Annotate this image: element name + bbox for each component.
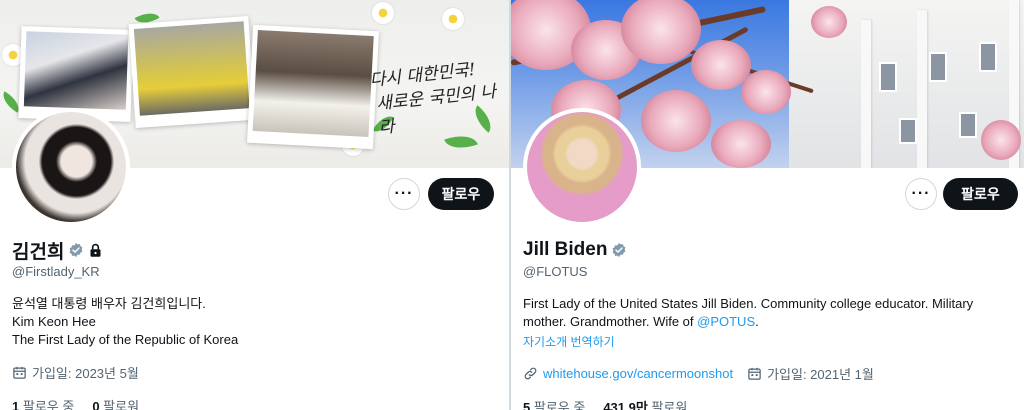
bio-end: . (755, 314, 759, 329)
bio: 윤석열 대통령 배우자 김건희입니다. Kim Keon Hee The Fir… (12, 295, 497, 349)
translate-bio-link[interactable]: 자기소개 번역하기 (523, 333, 1012, 350)
bio: First Lady of the United States Jill Bid… (523, 295, 1012, 331)
bio-line: The First Lady of the Republic of Korea (12, 332, 239, 347)
profile-info: Jill Biden @FLOTUS First Lady of the Uni… (523, 238, 1012, 410)
followers-link[interactable]: 0 팔로워 (92, 396, 139, 410)
website: whitehouse.gov/cancermoonshot (523, 366, 733, 381)
profile-card-left: 다시 대한민국! 새로운 국민의 나라 ··· 팔로우 김건희 @Firstla… (0, 0, 509, 410)
profile-meta: whitehouse.gov/cancermoonshot 가입일: 2021년… (523, 364, 1012, 383)
more-options-button[interactable]: ··· (388, 178, 420, 210)
join-date: 가입일: 2023년 5월 (12, 363, 139, 382)
more-options-button[interactable]: ··· (905, 178, 937, 210)
more-icon: ··· (394, 185, 414, 202)
display-name: Jill Biden (523, 239, 608, 260)
followers-link[interactable]: 431.9만 팔로워 (603, 397, 687, 410)
verified-badge-icon[interactable] (611, 242, 627, 258)
banner-slogan: 다시 대한민국! 새로운 국민의 나라 (369, 55, 506, 140)
profile-info: 김건희 @Firstlady_KR 윤석열 대통령 배우자 김건희입니다. Ki… (12, 238, 497, 410)
following-link[interactable]: 1 팔로우 중 (12, 396, 74, 410)
join-date-text: 가입일: 2023년 5월 (32, 366, 139, 381)
more-icon: ··· (911, 185, 931, 202)
follow-button[interactable]: 팔로우 (943, 178, 1018, 210)
daisy-decoration (372, 2, 394, 24)
lock-icon (90, 243, 101, 257)
following-count: 1 (12, 399, 20, 410)
link-icon (524, 367, 537, 380)
followers-label: 팔로워 (103, 399, 140, 410)
followers-count: 0 (92, 399, 100, 410)
user-handle: @Firstlady_KR (12, 264, 100, 279)
follow-button[interactable]: 팔로우 (428, 178, 494, 210)
avatar[interactable] (523, 108, 641, 226)
following-label: 팔로우 중 (533, 400, 586, 410)
join-date: 가입일: 2021년 1월 (747, 364, 874, 383)
display-name: 김건희 (12, 241, 65, 263)
followers-count: 431.9만 (603, 400, 648, 410)
following-link[interactable]: 5 팔로우 중 (523, 397, 585, 410)
bio-line: 윤석열 대통령 배우자 김건희입니다. (12, 296, 206, 311)
leaf-decoration (444, 129, 478, 155)
banner-photo-volunteers (128, 15, 256, 129)
website-link[interactable]: whitehouse.gov/cancermoonshot (543, 366, 733, 381)
join-date-text: 가입일: 2021년 1월 (767, 367, 874, 382)
calendar-icon (748, 367, 761, 380)
follow-stats: 5 팔로우 중 431.9만 팔로워 (523, 397, 1012, 410)
following-count: 5 (523, 400, 531, 410)
daisy-decoration (442, 8, 464, 30)
profile-card-right: ··· 팔로우 Jill Biden @FLOTUS First Lady of… (511, 0, 1024, 410)
verified-badge-icon[interactable] (68, 242, 84, 258)
following-label: 팔로우 중 (22, 399, 75, 410)
avatar[interactable] (12, 108, 130, 226)
bio-line: Kim Keon Hee (12, 314, 96, 329)
user-handle: @FLOTUS (523, 264, 588, 279)
profile-meta: 가입일: 2023년 5월 (12, 363, 497, 382)
calendar-icon (13, 366, 26, 379)
followers-label: 팔로워 (651, 400, 688, 410)
banner-photo-dogs (246, 24, 380, 150)
follow-stats: 1 팔로우 중 0 팔로워 (12, 396, 497, 410)
bio-mention-link[interactable]: @POTUS (697, 314, 755, 329)
